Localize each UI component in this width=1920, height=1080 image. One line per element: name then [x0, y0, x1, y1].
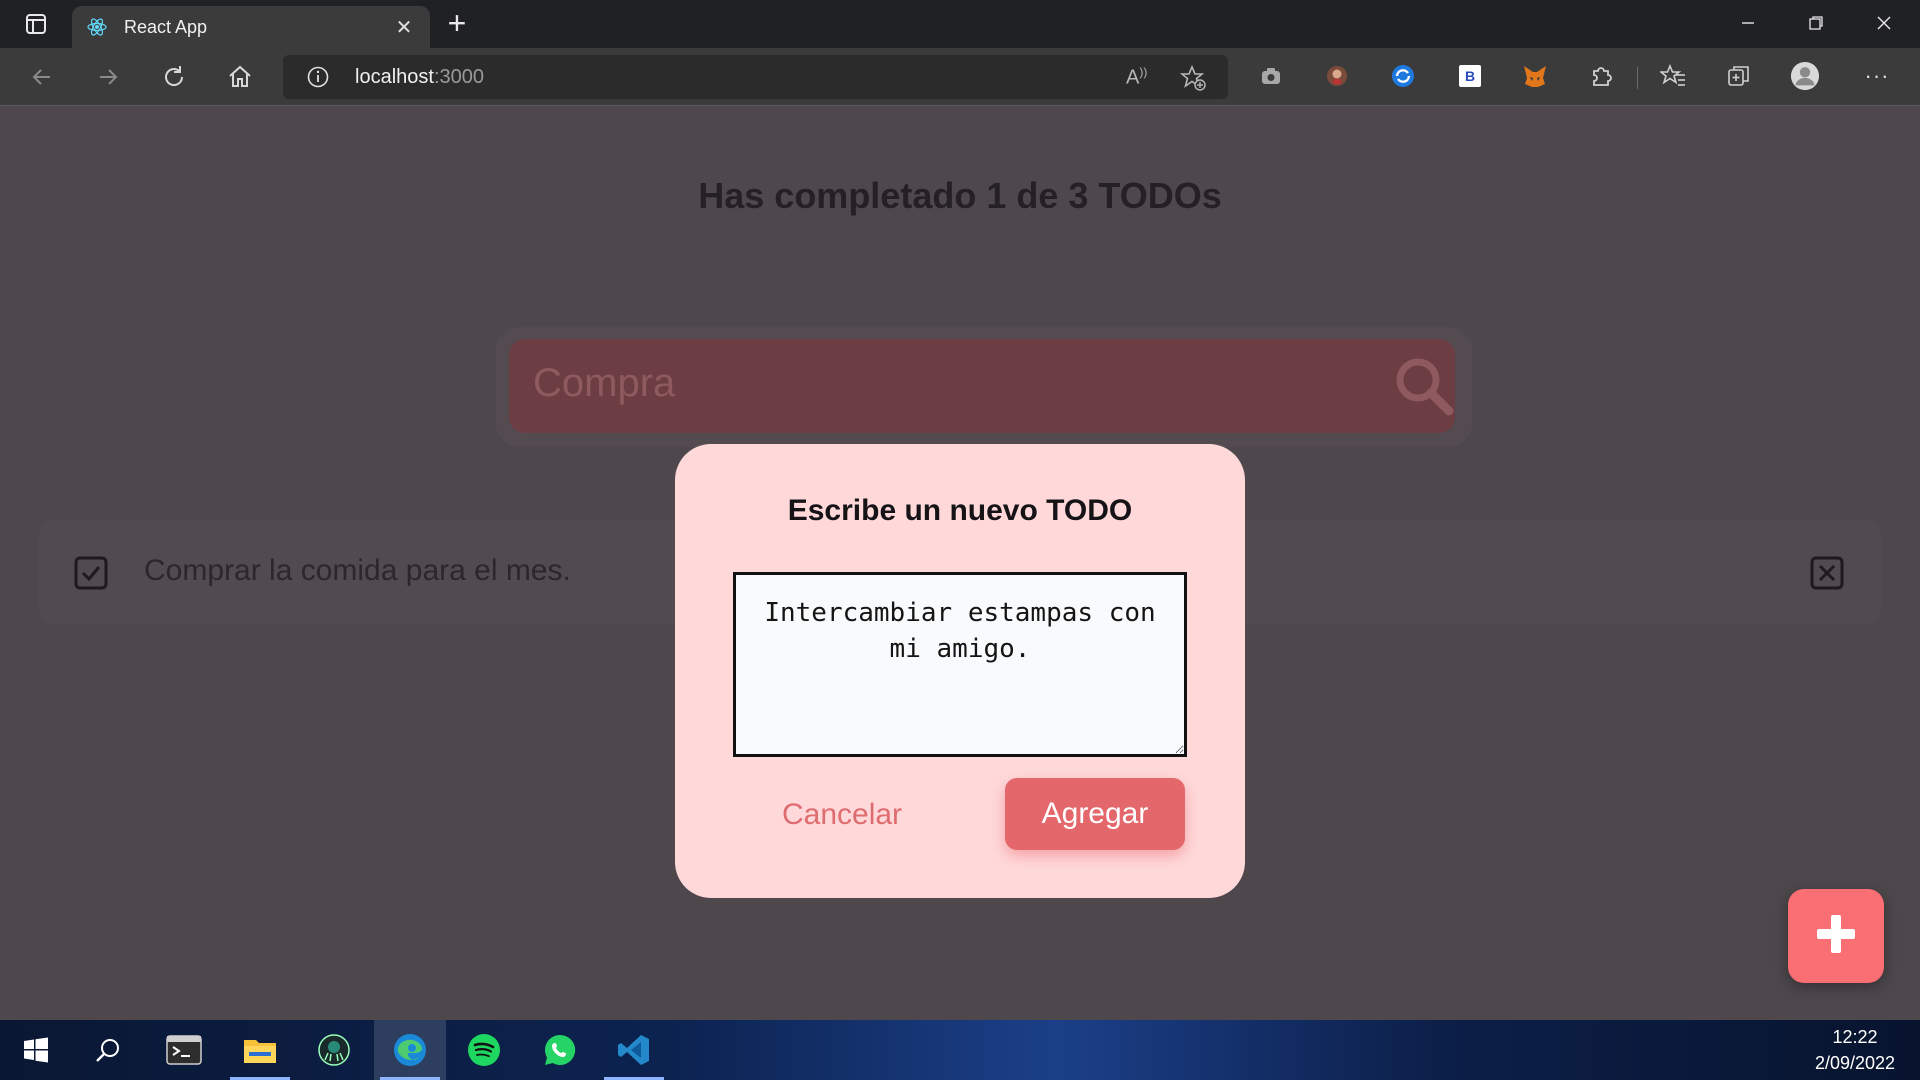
windows-start-icon[interactable]: [0, 1020, 72, 1080]
terminal-icon[interactable]: [148, 1020, 220, 1080]
tab-actions-icon[interactable]: [14, 10, 58, 38]
new-todo-modal: Escribe un nuevo TODO Cancelar Agregar: [675, 444, 1245, 898]
app-page: Has completado 1 de 3 TODOs Compra Compr…: [0, 107, 1920, 1020]
more-options-icon[interactable]: ···: [1862, 61, 1892, 91]
todo-counter: Has completado 1 de 3 TODOs: [698, 175, 1222, 216]
url-port: :3000: [433, 66, 484, 88]
search-icon[interactable]: [72, 1020, 144, 1080]
todo-delete-icon[interactable]: [1810, 556, 1844, 590]
home-icon[interactable]: [224, 61, 256, 93]
site-info-icon[interactable]: [307, 66, 329, 88]
clock-date: 2/09/2022: [1814, 1053, 1896, 1073]
new-tab-icon[interactable]: +: [442, 7, 472, 39]
search-icon: [1391, 353, 1457, 419]
svg-text:B: B: [1465, 68, 1475, 84]
search-container: Compra: [496, 327, 1472, 447]
tab-title: React App: [124, 16, 208, 37]
reload-icon[interactable]: [158, 61, 190, 93]
todo-textarea[interactable]: [733, 572, 1187, 757]
plus-icon: [1815, 913, 1857, 960]
browser-tab-bar: React App ✕ +: [0, 0, 1920, 48]
file-explorer-icon[interactable]: [224, 1020, 296, 1080]
edge-browser-icon[interactable]: [374, 1020, 446, 1080]
todo-text: Comprar la comida para el mes.: [144, 554, 571, 587]
gitkraken-icon[interactable]: [298, 1020, 370, 1080]
todo-complete-checkbox-icon[interactable]: [74, 556, 108, 590]
cancel-button[interactable]: Cancelar: [757, 780, 927, 850]
url-host: localhost: [355, 66, 434, 88]
browser-toolbar: localhost:3000 A)) B ···: [0, 48, 1920, 106]
search-input-value: Compra: [533, 361, 676, 405]
back-icon[interactable]: [26, 61, 58, 93]
window-close-icon[interactable]: [1864, 8, 1904, 38]
metamask-fox-icon[interactable]: [1520, 61, 1550, 91]
user-profile-icon[interactable]: [1790, 61, 1820, 91]
toolbar-divider: [1637, 67, 1638, 89]
add-button[interactable]: Agregar: [1005, 778, 1185, 850]
browser-tab[interactable]: React App ✕: [72, 6, 430, 48]
react-logo-icon: [86, 16, 108, 38]
favorites-icon[interactable]: [1658, 61, 1688, 91]
whatsapp-icon[interactable]: [524, 1020, 596, 1080]
add-todo-button[interactable]: [1788, 889, 1884, 983]
address-bar[interactable]: localhost:3000 A)): [283, 55, 1228, 99]
window-restore-icon[interactable]: [1796, 8, 1836, 38]
vscode-icon[interactable]: [598, 1020, 670, 1080]
camera-extension-icon[interactable]: [1256, 61, 1286, 91]
tab-close-icon[interactable]: ✕: [392, 15, 416, 39]
search-input[interactable]: Compra: [509, 339, 1455, 433]
extensions-puzzle-icon[interactable]: [1586, 61, 1616, 91]
b-extension-icon[interactable]: B: [1455, 61, 1485, 91]
sync-extension-icon[interactable]: [1388, 61, 1418, 91]
clock-time: 12:22: [1832, 1027, 1878, 1047]
add-favorite-icon[interactable]: [1179, 64, 1206, 96]
url-text: localhost:3000: [355, 66, 484, 89]
system-clock[interactable]: 12:22 2/09/2022: [1800, 1024, 1910, 1076]
profile-extension-icon[interactable]: [1322, 61, 1352, 91]
collections-icon[interactable]: [1724, 61, 1754, 91]
read-aloud-icon[interactable]: A)): [1126, 65, 1147, 90]
modal-title: Escribe un nuevo TODO: [787, 494, 1133, 527]
window-minimize-icon[interactable]: [1728, 8, 1768, 38]
forward-icon[interactable]: [92, 61, 124, 93]
spotify-icon[interactable]: [448, 1020, 520, 1080]
windows-taskbar: 12:22 2/09/2022: [0, 1020, 1920, 1080]
